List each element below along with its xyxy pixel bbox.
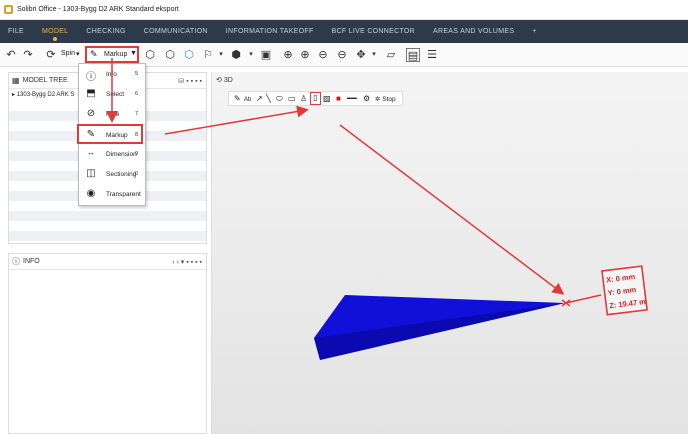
coordinate-label: X: 0 mm Y: 0 mm Z: 19.47 m <box>601 265 648 316</box>
arrow-menu-to-tool <box>164 105 309 135</box>
annotation-overlay: X: 0 mm Y: 0 mm Z: 19.47 m <box>106 58 648 360</box>
coordinate-leader <box>565 294 602 304</box>
arrow-to-point <box>339 124 565 295</box>
